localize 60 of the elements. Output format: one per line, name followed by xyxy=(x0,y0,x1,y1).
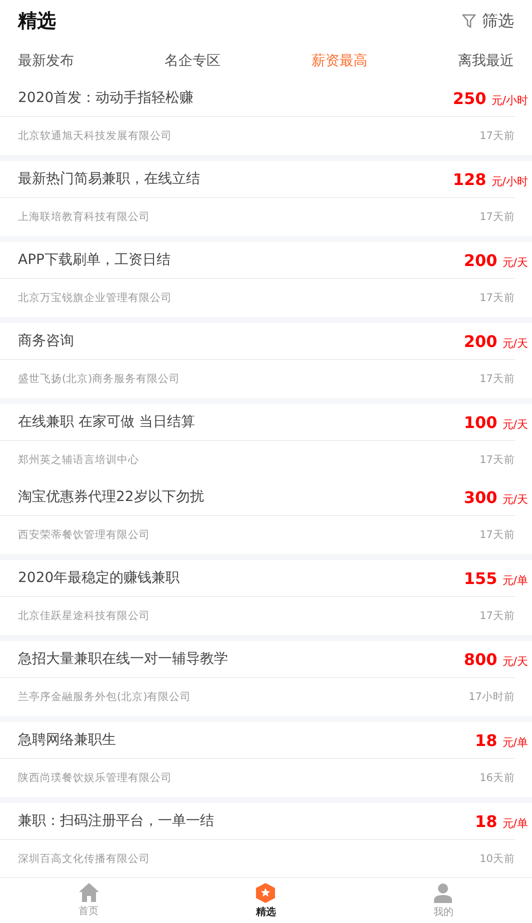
salary-amount: 18 xyxy=(475,812,498,830)
salary-amount: 100 xyxy=(464,412,498,432)
person-icon xyxy=(433,882,454,902)
company-name: 深圳百高文化传播有限公司 xyxy=(18,852,150,866)
salary-amount: 800 xyxy=(464,650,498,668)
salary-unit: 元/单 xyxy=(502,734,528,750)
job-title[interactable]: 商务咨询 xyxy=(18,332,74,350)
salary-amount: 128 xyxy=(452,170,486,188)
salary-amount: 250 xyxy=(452,88,486,108)
salary-amount: 300 xyxy=(464,488,498,506)
job-title[interactable]: 急聘网络兼职生 xyxy=(18,731,116,749)
post-time: 17天前 xyxy=(480,210,515,224)
company-name: 郑州英之辅语言培训中心 xyxy=(18,453,139,467)
tab[interactable]: 离我最近 xyxy=(458,52,514,70)
salary-unit: 元/天 xyxy=(502,654,528,668)
salary-unit: 元/单 xyxy=(502,572,528,588)
star-icon xyxy=(256,882,276,902)
post-time: 10天前 xyxy=(480,852,515,866)
salary-unit: 元/天 xyxy=(502,254,528,270)
page-title: 精选 xyxy=(18,9,56,34)
job-title[interactable]: 淘宝优惠券代理22岁以下勿扰 xyxy=(18,488,204,506)
salary-unit: 元/小时 xyxy=(491,92,528,108)
tab[interactable]: 最新发布 xyxy=(18,52,74,70)
post-time: 17天前 xyxy=(480,129,515,143)
job-title[interactable]: 兼职：扫码注册平台，一单一结 xyxy=(18,812,214,830)
salary-unit: 元/天 xyxy=(502,492,528,506)
company-name: 上海联培教育科技有限公司 xyxy=(18,210,150,224)
filter-icon xyxy=(462,14,476,28)
company-name: 西安荣蒂餐饮管理有限公司 xyxy=(18,528,150,542)
nav-tab[interactable]: 精选 xyxy=(177,878,355,923)
job-title[interactable]: 最新热门简易兼职，在线立结 xyxy=(18,170,200,188)
salary-amount: 200 xyxy=(464,332,498,350)
filter-button[interactable]: 筛选 xyxy=(462,10,514,32)
salary-unit: 元/小时 xyxy=(491,174,528,188)
job-title[interactable]: APP下载刷单，工资日结 xyxy=(18,251,170,269)
post-time: 17天前 xyxy=(480,609,515,623)
salary-amount: 155 xyxy=(464,568,498,588)
post-time: 17天前 xyxy=(480,453,515,467)
company-name: 盛世飞扬(北京)商务服务有限公司 xyxy=(18,372,180,386)
salary-unit: 元/天 xyxy=(502,416,528,432)
company-name: 陕西尚璞餐饮娱乐管理有限公司 xyxy=(18,771,172,785)
job-title[interactable]: 2020年最稳定的赚钱兼职 xyxy=(18,569,180,587)
salary-amount: 18 xyxy=(475,730,498,750)
company-name: 北京软通旭天科技发展有限公司 xyxy=(18,129,172,143)
company-name: 北京佳跃星途科技有限公司 xyxy=(18,609,150,623)
salary-unit: 元/单 xyxy=(502,816,528,830)
post-time: 17天前 xyxy=(480,372,515,386)
job-title[interactable]: 2020首发：动动手指轻松赚 xyxy=(18,89,194,107)
tab[interactable]: 名企专区 xyxy=(164,52,221,70)
job-title[interactable]: 急招大量兼职在线一对一辅导教学 xyxy=(18,650,228,668)
post-time: 17天前 xyxy=(480,291,515,305)
salary-unit: 元/天 xyxy=(502,336,528,350)
company-name: 兰亭序金融服务外包(北京)有限公司 xyxy=(18,690,192,704)
home-icon xyxy=(78,883,99,902)
company-name: 北京万宝锐旗企业管理有限公司 xyxy=(18,291,172,305)
salary-amount: 200 xyxy=(464,250,498,270)
job-title[interactable]: 在线兼职 在家可做 当日结算 xyxy=(18,413,195,431)
post-time: 16天前 xyxy=(480,771,515,785)
post-time: 17小时前 xyxy=(468,690,515,704)
post-time: 17天前 xyxy=(480,528,515,542)
